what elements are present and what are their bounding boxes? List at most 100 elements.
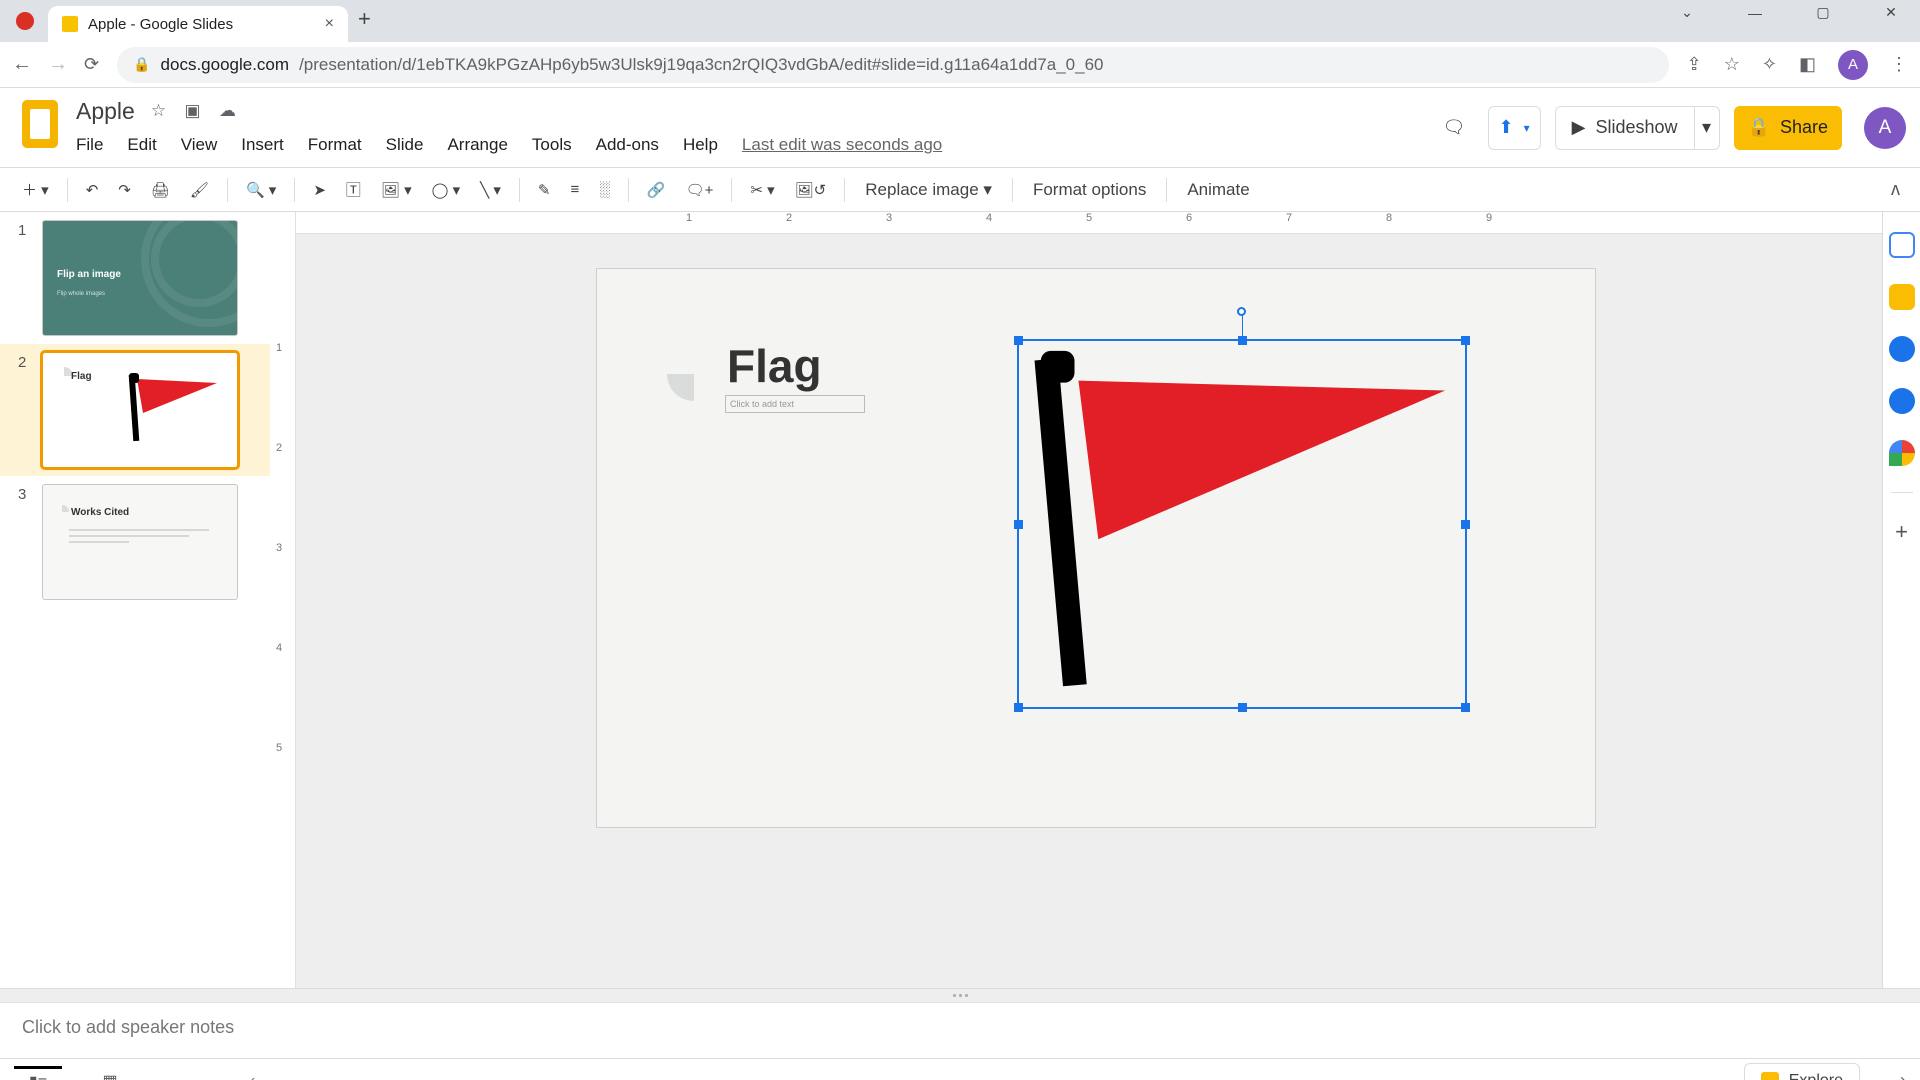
- bookmark-star-icon[interactable]: ☆: [1724, 54, 1740, 75]
- reset-image-button[interactable]: 🖼↺: [787, 175, 835, 205]
- move-document-icon[interactable]: ▣: [185, 101, 201, 120]
- filmstrip: 1 Flip an image Flip whole images 2 Flag…: [0, 212, 270, 988]
- share-button[interactable]: 🔒 Share: [1734, 106, 1842, 150]
- window-maximize-button[interactable]: ▢: [1800, 4, 1846, 21]
- slide-thumbnail: Works Cited: [42, 484, 238, 600]
- filmstrip-view-button[interactable]: ▮≡: [14, 1066, 62, 1080]
- replace-image-button[interactable]: Replace image ▾: [855, 174, 1002, 206]
- menu-tools[interactable]: Tools: [532, 135, 572, 155]
- collapse-filmstrip-button[interactable]: ‹: [250, 1072, 255, 1080]
- window-close-button[interactable]: ✕: [1868, 4, 1914, 21]
- slideshow-dropdown-button[interactable]: ▾: [1694, 106, 1720, 150]
- menu-arrange[interactable]: Arrange: [447, 135, 507, 155]
- calendar-addon-icon[interactable]: [1889, 232, 1915, 258]
- menu-insert[interactable]: Insert: [241, 135, 284, 155]
- url-input[interactable]: 🔒 docs.google.com/presentation/d/1ebTKA9…: [117, 47, 1669, 83]
- paint-format-button[interactable]: 🖌: [182, 175, 217, 205]
- url-host: docs.google.com: [161, 55, 290, 75]
- border-weight-button[interactable]: ≡: [562, 175, 587, 204]
- expand-side-panel-button[interactable]: ›: [1900, 1070, 1906, 1080]
- grid-view-button[interactable]: ▦: [86, 1066, 134, 1080]
- shape-tool-button[interactable]: ◯ ▾: [424, 175, 468, 205]
- collapse-toolbar-button[interactable]: ʌ: [1891, 179, 1906, 200]
- window-minimize-button[interactable]: —: [1732, 5, 1778, 21]
- add-comment-button[interactable]: 🗨+: [678, 175, 722, 205]
- menu-addons[interactable]: Add-ons: [596, 135, 659, 155]
- selected-image[interactable]: [1017, 339, 1467, 709]
- keep-addon-icon[interactable]: [1889, 284, 1915, 310]
- explore-button[interactable]: Explore: [1744, 1063, 1860, 1080]
- insert-link-button[interactable]: 🔗: [639, 175, 674, 205]
- redo-button[interactable]: ↷: [110, 175, 139, 205]
- contacts-addon-icon[interactable]: [1889, 388, 1915, 414]
- chrome-address-bar: ← → ⟳ 🔒 docs.google.com/presentation/d/1…: [0, 42, 1920, 88]
- extensions-icon[interactable]: ✧: [1762, 54, 1777, 75]
- tab-title: Apple - Google Slides: [88, 16, 233, 33]
- menu-file[interactable]: File: [76, 135, 103, 155]
- side-panel-icon[interactable]: ◧: [1799, 54, 1816, 75]
- menu-slide[interactable]: Slide: [386, 135, 424, 155]
- cloud-status-icon[interactable]: ☁: [219, 101, 236, 120]
- lock-icon: 🔒: [1748, 117, 1770, 138]
- present-up-button[interactable]: ⬆▾: [1488, 106, 1541, 150]
- speaker-notes-input[interactable]: Click to add speaker notes: [0, 1002, 1920, 1058]
- rotation-handle[interactable]: [1237, 307, 1246, 316]
- maps-addon-icon[interactable]: [1889, 440, 1915, 466]
- crop-image-button[interactable]: ✂ ▾: [742, 175, 782, 205]
- address-bar-actions: ⇪ ☆ ✧ ◧ A ⋮: [1687, 50, 1908, 80]
- share-label: Share: [1780, 117, 1828, 138]
- tasks-addon-icon[interactable]: [1889, 336, 1915, 362]
- star-document-icon[interactable]: ☆: [151, 101, 166, 120]
- line-tool-button[interactable]: ╲ ▾: [472, 175, 509, 205]
- new-tab-button[interactable]: +: [358, 6, 371, 32]
- lock-icon: 🔒: [133, 56, 150, 73]
- slides-logo-icon[interactable]: [22, 100, 58, 148]
- speaker-notes-resize-handle[interactable]: [0, 988, 1920, 1002]
- browser-tab[interactable]: Apple - Google Slides ×: [48, 6, 348, 42]
- side-panel: +: [1882, 212, 1920, 988]
- menu-edit[interactable]: Edit: [127, 135, 156, 155]
- nav-forward-button[interactable]: →: [48, 53, 66, 76]
- share-page-icon[interactable]: ⇪: [1687, 54, 1702, 75]
- slideshow-button[interactable]: ▶ Slideshow: [1555, 106, 1694, 150]
- chrome-profile-avatar[interactable]: A: [1838, 50, 1868, 80]
- zoom-button[interactable]: 🔍 ▾: [238, 175, 284, 205]
- explore-icon: [1761, 1072, 1779, 1080]
- menu-format[interactable]: Format: [308, 135, 362, 155]
- menu-view[interactable]: View: [181, 135, 218, 155]
- nav-back-button[interactable]: ←: [12, 53, 30, 76]
- slide-canvas[interactable]: Flag Click to add text: [596, 268, 1596, 828]
- border-color-button[interactable]: ✎: [530, 175, 559, 205]
- filmstrip-slide-3[interactable]: 3 Works Cited: [0, 476, 270, 608]
- comment-icon: 🗨: [1443, 117, 1466, 138]
- slide-subtitle-placeholder[interactable]: Click to add text: [725, 395, 865, 413]
- filmstrip-slide-2[interactable]: 2 Flag: [0, 344, 270, 476]
- recording-indicator-icon: [16, 12, 34, 30]
- textbox-tool-button[interactable]: 🅃: [338, 173, 369, 206]
- toolbar: ＋ ▾ ↶ ↷ 🖨 🖌 🔍 ▾ ➤ 🅃 🖼 ▾ ◯ ▾ ╲ ▾ ✎ ≡ ░ 🔗 …: [0, 168, 1920, 212]
- image-tool-button[interactable]: 🖼 ▾: [373, 175, 420, 205]
- vertical-ruler: 1 2 3 4 5: [270, 212, 296, 988]
- last-edit-link[interactable]: Last edit was seconds ago: [742, 135, 942, 155]
- chrome-tab-search-button[interactable]: ⌄: [1664, 4, 1710, 21]
- tab-close-button[interactable]: ×: [325, 15, 334, 33]
- open-comments-button[interactable]: 🗨: [1435, 106, 1474, 150]
- nav-reload-button[interactable]: ⟳: [84, 54, 99, 75]
- chrome-menu-button[interactable]: ⋮: [1890, 54, 1908, 75]
- undo-button[interactable]: ↶: [78, 175, 107, 205]
- account-avatar[interactable]: A: [1864, 107, 1906, 149]
- get-addons-button[interactable]: +: [1889, 519, 1915, 545]
- document-title[interactable]: Apple: [76, 98, 135, 125]
- animate-button[interactable]: Animate: [1177, 174, 1259, 206]
- url-path: /presentation/d/1ebTKA9kPGzAHp6yb5w3Ulsk…: [299, 55, 1103, 75]
- menu-help[interactable]: Help: [683, 135, 718, 155]
- new-slide-button[interactable]: ＋ ▾: [14, 173, 57, 206]
- print-button[interactable]: 🖨: [143, 175, 178, 205]
- flag-image: [1019, 341, 1465, 708]
- select-tool-button[interactable]: ➤: [305, 175, 334, 205]
- slide-title-text[interactable]: Flag: [727, 339, 822, 393]
- format-options-button[interactable]: Format options: [1023, 174, 1156, 206]
- filmstrip-slide-1[interactable]: 1 Flip an image Flip whole images: [0, 212, 270, 344]
- canvas-area: 1 2 3 4 5 1 2 3 4 5 6 7 8 9 Flag Click t…: [270, 212, 1882, 988]
- border-dash-button[interactable]: ░: [591, 175, 618, 204]
